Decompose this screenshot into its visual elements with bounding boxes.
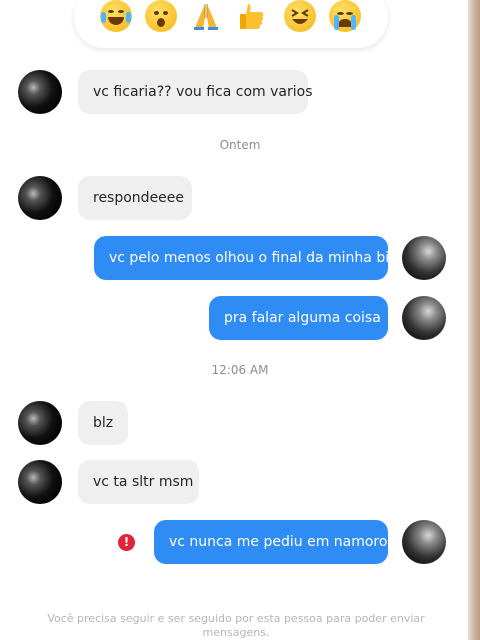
incoming-message[interactable]: respondeeee [78,176,192,220]
timestamp-time: 12:06 AM [211,363,269,377]
surprised-face-icon[interactable] [145,0,177,32]
error-icon[interactable]: ! [118,534,135,551]
follow-requirement-notice: Você precisa seguir e ser seguido por es… [47,612,425,639]
reaction-bar [74,0,388,48]
incoming-message[interactable]: vc ficaria?? vou fica com varios [78,70,313,114]
laughing-tears-icon[interactable] [100,0,132,32]
my-avatar[interactable] [402,520,446,564]
incoming-message[interactable]: blz [78,401,128,445]
screen-edge [468,0,480,640]
outgoing-message[interactable]: pra falar alguma coisa [209,296,388,340]
incoming-message[interactable]: vc ta sltr msm [78,460,199,504]
contact-avatar[interactable] [18,460,62,504]
timestamp-yesterday: Ontem [219,138,261,152]
thumbs-up-icon[interactable] [236,0,268,32]
outgoing-message-failed[interactable]: vc nunca me pediu em namoro [154,520,388,564]
crying-face-icon[interactable] [329,0,361,32]
my-avatar[interactable] [402,236,446,280]
contact-avatar[interactable] [18,176,62,220]
outgoing-message[interactable]: vc pelo menos olhou o final da minha bio [94,236,398,280]
contact-avatar[interactable] [18,401,62,445]
grinning-squint-icon[interactable] [284,0,316,32]
my-avatar[interactable] [402,296,446,340]
contact-avatar[interactable] [18,70,62,114]
folded-hands-icon[interactable] [190,0,222,32]
